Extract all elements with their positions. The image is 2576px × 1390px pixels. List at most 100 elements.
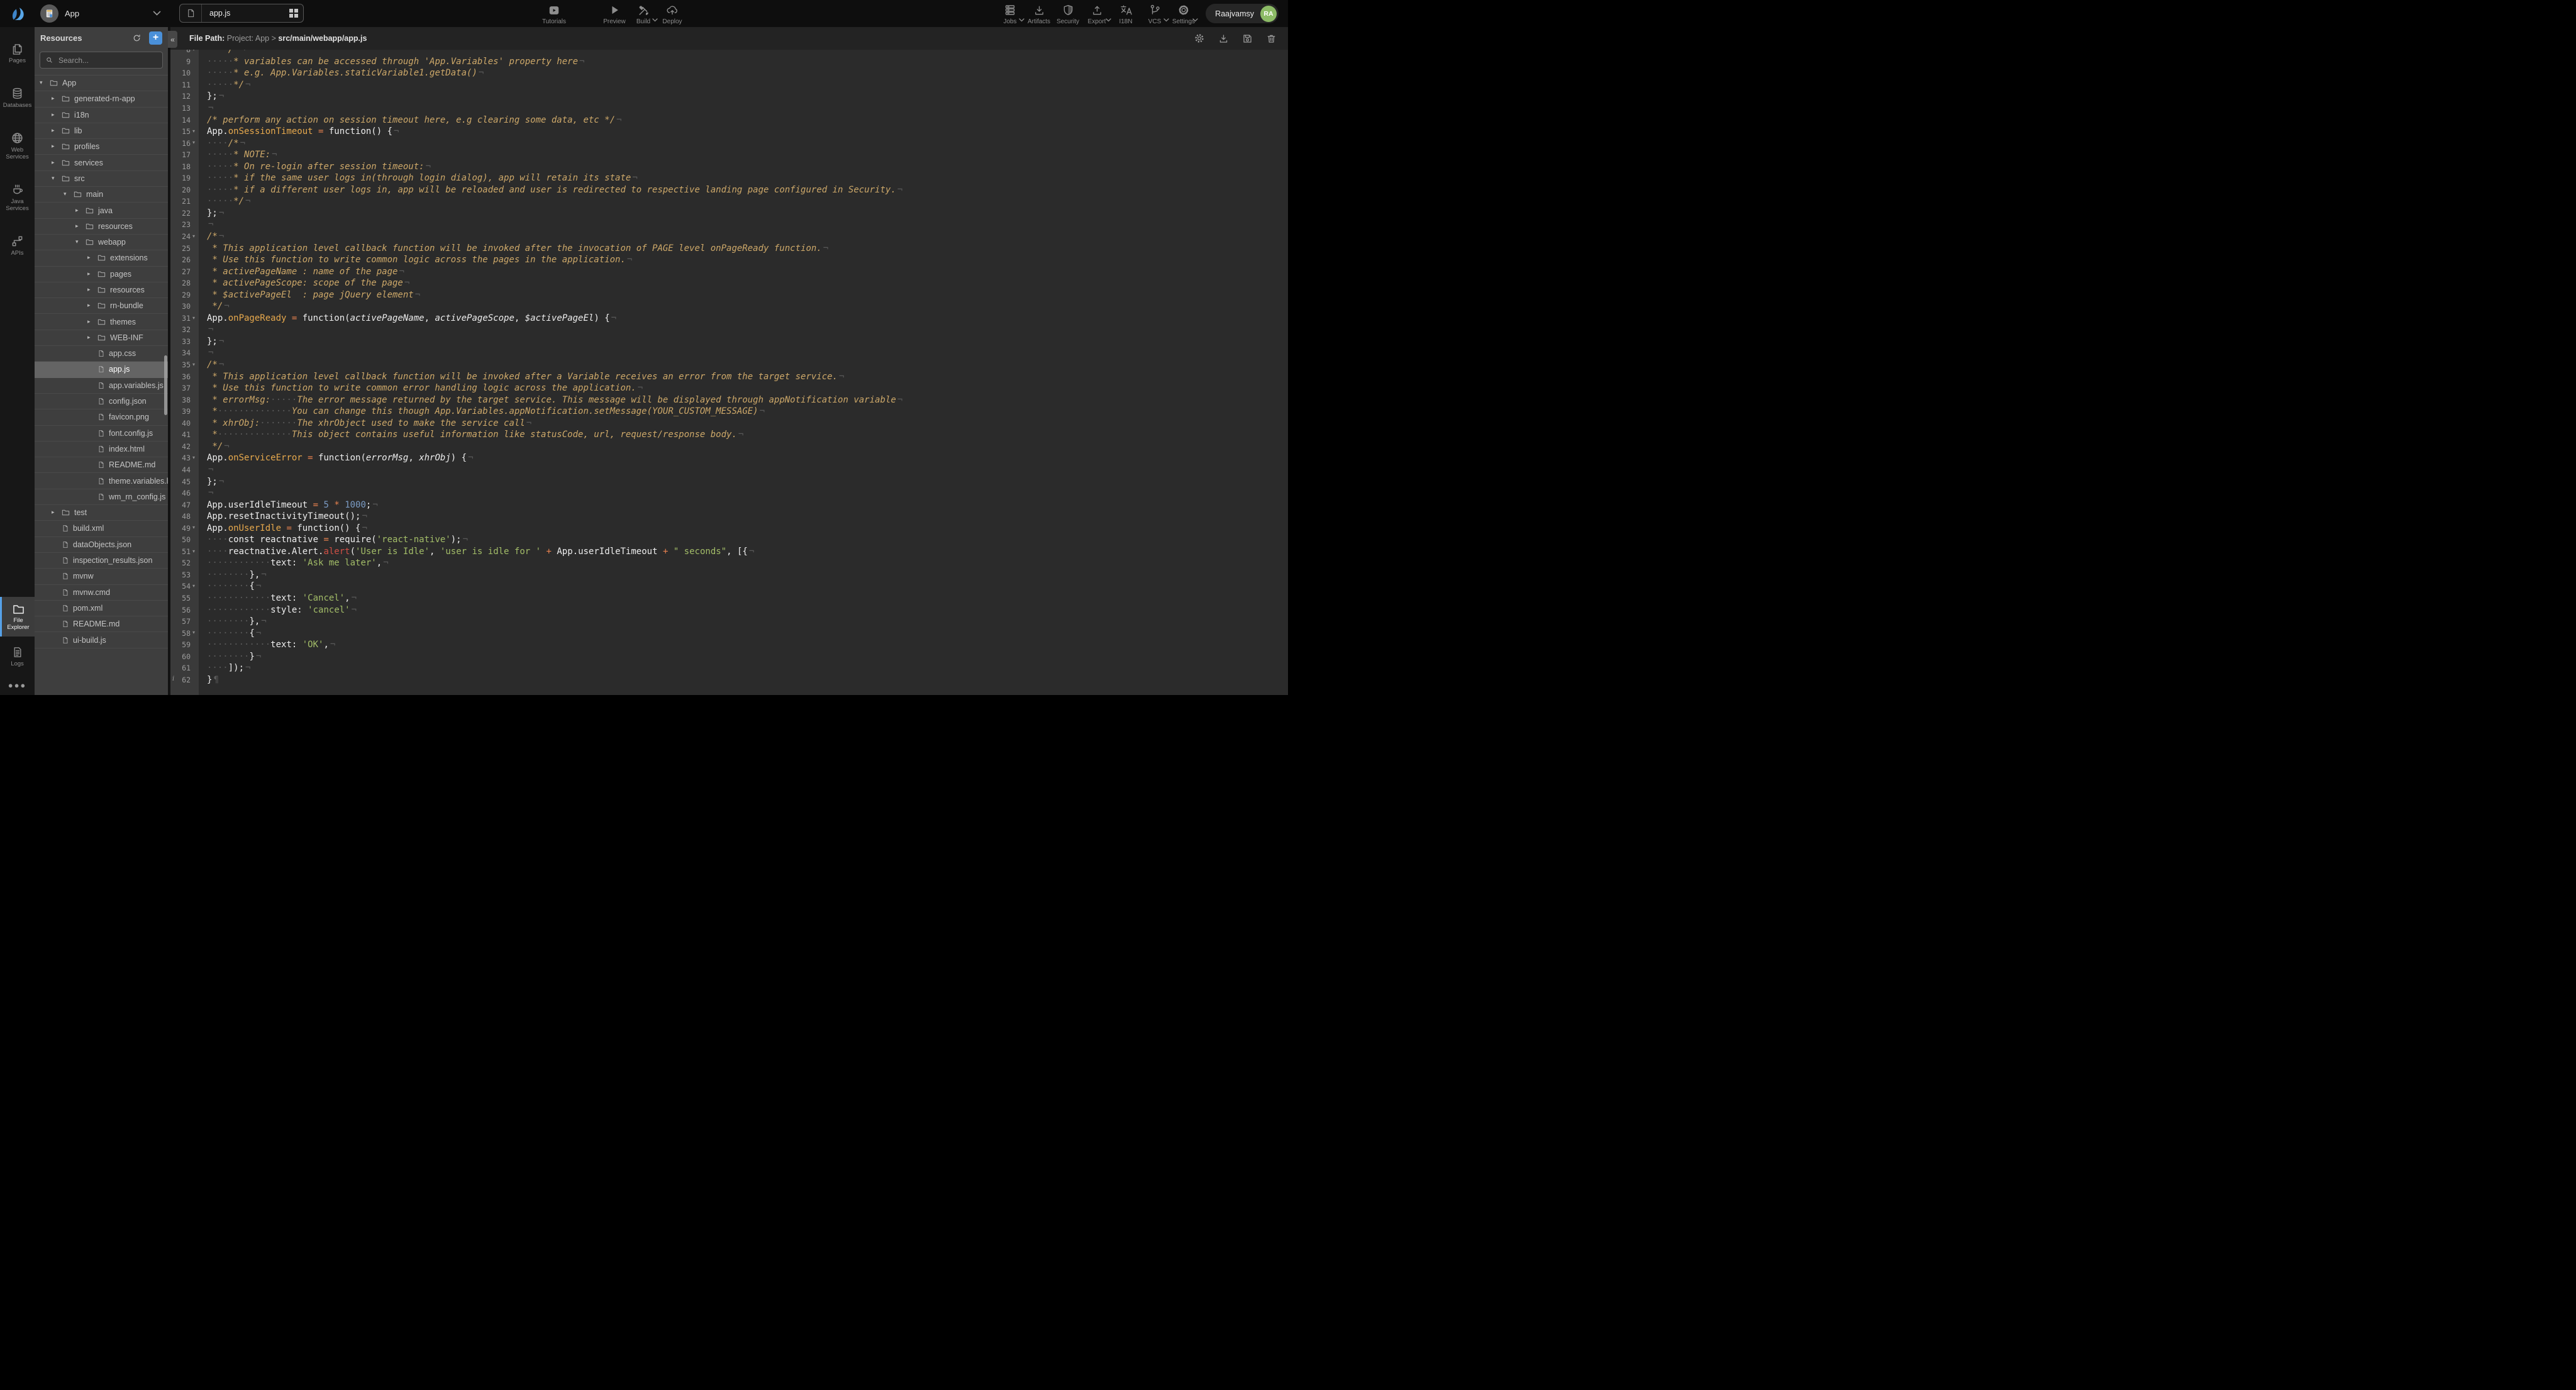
code-line-21[interactable]: 21·····*/¬ <box>170 196 1288 208</box>
tab-app-js[interactable]: app.js <box>179 4 304 23</box>
toolbar-deploy[interactable]: Deploy <box>658 2 687 25</box>
code-line-45[interactable]: 45};¬ <box>170 475 1288 487</box>
code-line-55[interactable]: 55············text: 'Cancel',¬ <box>170 592 1288 604</box>
toolbar-jobs[interactable]: Jobs <box>996 2 1024 25</box>
toolbar-settings[interactable]: Settings <box>1169 2 1198 25</box>
tree-row-java[interactable]: ▸java <box>35 203 168 218</box>
code-line-46[interactable]: 46¬ <box>170 487 1288 499</box>
code-line-12[interactable]: 12};¬ <box>170 91 1288 103</box>
toolbar-i18n[interactable]: I18N <box>1111 2 1140 25</box>
fold-arrow-icon[interactable]: ▾ <box>192 315 195 321</box>
code-line-36[interactable]: 36 * This application level callback fun… <box>170 370 1288 382</box>
tree-row-App[interactable]: ▾App <box>35 75 168 91</box>
tree-row-main[interactable]: ▾main <box>35 187 168 203</box>
fold-arrow-icon[interactable]: ▾ <box>192 233 195 239</box>
chevron-collapsed-icon[interactable]: ▸ <box>52 143 61 150</box>
code-line-41[interactable]: 41 *··············This object contains u… <box>170 429 1288 441</box>
fold-arrow-icon[interactable]: ▾ <box>192 50 195 52</box>
fold-arrow-icon[interactable]: ▾ <box>192 455 195 460</box>
rail-item-logs[interactable]: Logs <box>0 643 35 670</box>
code-line-61[interactable]: 61····]);¬ <box>170 662 1288 674</box>
code-line-26[interactable]: 26 * Use this function to write common l… <box>170 254 1288 266</box>
chevron-collapsed-icon[interactable]: ▸ <box>52 160 61 166</box>
rail-item-web-services[interactable]: Web Services <box>0 129 35 164</box>
tree-row-resources[interactable]: ▸resources <box>35 219 168 235</box>
code-line-25[interactable]: 25 * This application level callback fun… <box>170 242 1288 254</box>
tree-row-mvnw.cmd[interactable]: mvnw.cmd <box>35 585 168 601</box>
code-line-17[interactable]: 17·····* NOTE:¬ <box>170 149 1288 161</box>
chevron-collapsed-icon[interactable]: ▸ <box>87 303 97 309</box>
code-line-31[interactable]: 31▾App.onPageReady = function(activePage… <box>170 313 1288 325</box>
editor-settings-icon[interactable] <box>1194 33 1205 44</box>
code-line-29[interactable]: 29 * $activePageEl : page jQuery element… <box>170 289 1288 301</box>
code-line-22[interactable]: 22};¬ <box>170 208 1288 220</box>
code-line-10[interactable]: 10·····* e.g. App.Variables.staticVariab… <box>170 67 1288 79</box>
rail-item-pages[interactable]: Pages <box>0 40 35 67</box>
toolbar-vcs[interactable]: VCS <box>1140 2 1169 25</box>
tree-row-profiles[interactable]: ▸profiles <box>35 139 168 155</box>
fold-arrow-icon[interactable]: ▾ <box>192 525 195 530</box>
code-line-39[interactable]: 39 *··············You can change this th… <box>170 406 1288 418</box>
code-line-48[interactable]: 48App.resetInactivityTimeout();¬ <box>170 511 1288 523</box>
tree-row-src[interactable]: ▾src <box>35 171 168 187</box>
chevron-collapsed-icon[interactable]: ▸ <box>87 287 97 293</box>
chevron-expanded-icon[interactable]: ▾ <box>40 80 49 86</box>
chevron-collapsed-icon[interactable]: ▸ <box>52 509 61 516</box>
tree-row-favicon.png[interactable]: favicon.png <box>35 409 168 425</box>
tree-row-wm_rn_config.js[interactable]: wm_rn_config.js <box>35 489 168 505</box>
more-menu-icon[interactable]: ●●● <box>8 681 27 690</box>
code-line-19[interactable]: 19·····* if the same user logs in(throug… <box>170 172 1288 184</box>
fold-arrow-icon[interactable]: ▾ <box>192 128 195 134</box>
tree-row-extensions[interactable]: ▸extensions <box>35 250 168 266</box>
code-line-50[interactable]: 50····const reactnative = require('react… <box>170 534 1288 546</box>
code-line-11[interactable]: 11·····*/¬ <box>170 79 1288 91</box>
add-resource-button[interactable]: + <box>149 31 162 45</box>
code-line-51[interactable]: 51▾····reactnative.Alert.alert('User is … <box>170 546 1288 558</box>
code-line-8[interactable]: 8▾····/*¬ <box>170 50 1288 56</box>
refresh-icon[interactable] <box>132 33 142 43</box>
tree-row-app.variables.js[interactable]: app.variables.js <box>35 378 168 394</box>
tree-row-build.xml[interactable]: build.xml <box>35 521 168 537</box>
tree-scrollbar[interactable] <box>164 355 167 415</box>
tree-row-app.css[interactable]: app.css <box>35 346 168 362</box>
tree-row-themes[interactable]: ▸themes <box>35 314 168 330</box>
code-line-27[interactable]: 27 * activePageName : name of the page¬ <box>170 265 1288 277</box>
code-line-58[interactable]: 58▾········{¬ <box>170 627 1288 639</box>
code-line-28[interactable]: 28 * activePageScope: scope of the page¬ <box>170 277 1288 289</box>
fold-arrow-icon[interactable]: ▾ <box>192 583 195 589</box>
code-line-34[interactable]: 34¬ <box>170 347 1288 359</box>
tree-row-lib[interactable]: ▸lib <box>35 123 168 139</box>
code-line-15[interactable]: 15▾App.onSessionTimeout = function() {¬ <box>170 126 1288 138</box>
tree-row-config.json[interactable]: config.json <box>35 394 168 409</box>
grid-view-icon[interactable] <box>284 9 303 18</box>
code-line-54[interactable]: 54▾········{¬ <box>170 581 1288 592</box>
chevron-collapsed-icon[interactable]: ▸ <box>87 271 97 277</box>
fold-arrow-icon[interactable]: ▾ <box>192 362 195 367</box>
toolbar-export[interactable]: Export <box>1082 2 1111 25</box>
code-line-38[interactable]: 38 * errorMsg:·····The error message ret… <box>170 394 1288 406</box>
save-file-icon[interactable] <box>1242 33 1253 44</box>
project-selector[interactable]: App <box>40 4 161 23</box>
rail-item-java-services[interactable]: Java Services <box>0 181 35 215</box>
download-file-icon[interactable] <box>1218 33 1229 44</box>
tree-row-mvnw[interactable]: mvnw <box>35 569 168 584</box>
tree-row-services[interactable]: ▸services <box>35 155 168 170</box>
fold-arrow-icon[interactable]: ▾ <box>192 140 195 145</box>
tree-row-pom.xml[interactable]: pom.xml <box>35 601 168 616</box>
code-line-33[interactable]: 33};¬ <box>170 336 1288 348</box>
toolbar-preview[interactable]: Preview <box>600 2 629 25</box>
code-line-49[interactable]: 49▾App.onUserIdle = function() {¬ <box>170 522 1288 534</box>
chevron-collapsed-icon[interactable]: ▸ <box>87 255 97 261</box>
chevron-collapsed-icon[interactable]: ▸ <box>52 128 61 134</box>
code-line-23[interactable]: 23¬ <box>170 219 1288 231</box>
rail-item-databases[interactable]: Databases <box>0 84 35 112</box>
code-line-62[interactable]: 62i}¶ <box>170 674 1288 686</box>
fold-arrow-icon[interactable]: ▾ <box>192 548 195 554</box>
tree-row-i18n[interactable]: ▸i18n <box>35 108 168 123</box>
tree-row-webapp[interactable]: ▾webapp <box>35 235 168 250</box>
tree-row-theme.variables.less[interactable]: theme.variables.less <box>35 473 168 489</box>
code-line-30[interactable]: 30 */¬ <box>170 301 1288 313</box>
code-line-16[interactable]: 16▾····/*¬ <box>170 137 1288 149</box>
code-line-40[interactable]: 40 * xhrObj:·······The xhrObject used to… <box>170 418 1288 430</box>
rail-item-file-explorer[interactable]: File Explorer <box>0 597 35 637</box>
